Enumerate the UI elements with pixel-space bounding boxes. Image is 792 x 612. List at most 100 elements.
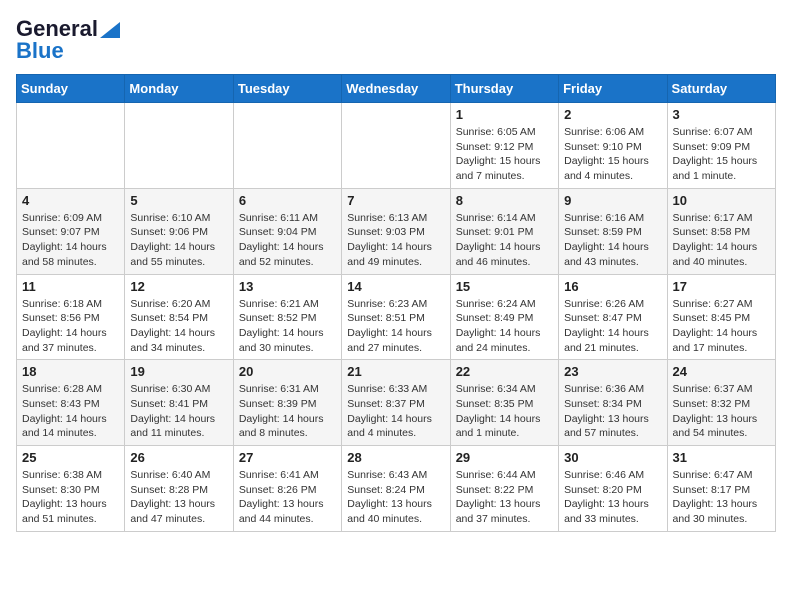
weekday-header-wednesday: Wednesday: [342, 75, 450, 103]
calendar-cell: 20 Sunrise: 6:31 AMSunset: 8:39 PMDayligh…: [233, 360, 341, 446]
calendar-cell: 11 Sunrise: 6:18 AMSunset: 8:56 PMDayligh…: [17, 274, 125, 360]
day-number: 15: [456, 279, 553, 294]
calendar-cell: 28Sunrise: 6:43 AMSunset: 8:24 PMDayligh…: [342, 446, 450, 532]
day-number: 20: [239, 364, 336, 379]
day-number: 10: [673, 193, 770, 208]
day-number: 7: [347, 193, 444, 208]
day-number: 3: [673, 107, 770, 122]
day-info: Sunrise: 6:06 AMSunset: 9:10 PMDaylight:…: [564, 125, 661, 184]
calendar-cell: [17, 103, 125, 189]
day-number: 21: [347, 364, 444, 379]
day-info: Sunrise: 6:43 AMSunset: 8:24 PMDaylight:…: [347, 468, 444, 527]
page-header: General Blue: [16, 16, 776, 64]
day-number: 25: [22, 450, 119, 465]
calendar-cell: 18 Sunrise: 6:28 AMSunset: 8:43 PMDayligh…: [17, 360, 125, 446]
day-number: 12: [130, 279, 227, 294]
calendar-cell: 19 Sunrise: 6:30 AMSunset: 8:41 PMDayligh…: [125, 360, 233, 446]
day-info: Sunrise: 6:09 AMSunset: 9:07 PMDaylight:…: [22, 211, 119, 270]
calendar-body: 1 Sunrise: 6:05 AMSunset: 9:12 PMDaylight…: [17, 103, 776, 532]
calendar-week-row: 18 Sunrise: 6:28 AMSunset: 8:43 PMDayligh…: [17, 360, 776, 446]
calendar-cell: 26 Sunrise: 6:40 AMSunset: 8:28 PMDayligh…: [125, 446, 233, 532]
calendar-cell: 6 Sunrise: 6:11 AMSunset: 9:04 PMDaylight…: [233, 188, 341, 274]
calendar-week-row: 1 Sunrise: 6:05 AMSunset: 9:12 PMDaylight…: [17, 103, 776, 189]
day-number: 27: [239, 450, 336, 465]
day-number: 24: [673, 364, 770, 379]
day-number: 11: [22, 279, 119, 294]
day-info: Sunrise: 6:16 AMSunset: 8:59 PMDaylight:…: [564, 211, 661, 270]
calendar-cell: 16 Sunrise: 6:26 AMSunset: 8:47 PMDayligh…: [559, 274, 667, 360]
day-number: 18: [22, 364, 119, 379]
calendar-cell: 30Sunrise: 6:46 AMSunset: 8:20 PMDayligh…: [559, 446, 667, 532]
day-info: Sunrise: 6:37 AMSunset: 8:32 PMDaylight:…: [673, 382, 770, 441]
day-info: Sunrise: 6:07 AMSunset: 9:09 PMDaylight:…: [673, 125, 770, 184]
calendar-cell: [125, 103, 233, 189]
day-info: Sunrise: 6:30 AMSunset: 8:41 PMDaylight:…: [130, 382, 227, 441]
day-info: Sunrise: 6:28 AMSunset: 8:43 PMDaylight:…: [22, 382, 119, 441]
calendar-cell: 14 Sunrise: 6:23 AMSunset: 8:51 PMDayligh…: [342, 274, 450, 360]
logo-blue: Blue: [16, 38, 120, 64]
day-info: Sunrise: 6:47 AMSunset: 8:17 PMDaylight:…: [673, 468, 770, 527]
day-number: 30: [564, 450, 661, 465]
calendar-table: SundayMondayTuesdayWednesdayThursdayFrid…: [16, 74, 776, 532]
calendar-cell: 9 Sunrise: 6:16 AMSunset: 8:59 PMDaylight…: [559, 188, 667, 274]
day-number: 16: [564, 279, 661, 294]
calendar-cell: 23 Sunrise: 6:36 AMSunset: 8:34 PMDayligh…: [559, 360, 667, 446]
day-number: 14: [347, 279, 444, 294]
calendar-cell: 25 Sunrise: 6:38 AMSunset: 8:30 PMDayligh…: [17, 446, 125, 532]
calendar-cell: 5Sunrise: 6:10 AMSunset: 9:06 PMDaylight…: [125, 188, 233, 274]
logo: General Blue: [16, 16, 120, 64]
calendar-cell: 3 Sunrise: 6:07 AMSunset: 9:09 PMDaylight…: [667, 103, 775, 189]
day-number: 2: [564, 107, 661, 122]
calendar-cell: 2 Sunrise: 6:06 AMSunset: 9:10 PMDaylight…: [559, 103, 667, 189]
day-info: Sunrise: 6:23 AMSunset: 8:51 PMDaylight:…: [347, 297, 444, 356]
weekday-header-sunday: Sunday: [17, 75, 125, 103]
day-info: Sunrise: 6:41 AMSunset: 8:26 PMDaylight:…: [239, 468, 336, 527]
day-number: 26: [130, 450, 227, 465]
calendar-week-row: 11 Sunrise: 6:18 AMSunset: 8:56 PMDayligh…: [17, 274, 776, 360]
weekday-header-saturday: Saturday: [667, 75, 775, 103]
calendar-header: SundayMondayTuesdayWednesdayThursdayFrid…: [17, 75, 776, 103]
calendar-cell: 15Sunrise: 6:24 AMSunset: 8:49 PMDayligh…: [450, 274, 558, 360]
day-info: Sunrise: 6:05 AMSunset: 9:12 PMDaylight:…: [456, 125, 553, 184]
weekday-header-row: SundayMondayTuesdayWednesdayThursdayFrid…: [17, 75, 776, 103]
calendar-cell: 21 Sunrise: 6:33 AMSunset: 8:37 PMDayligh…: [342, 360, 450, 446]
calendar-cell: 24 Sunrise: 6:37 AMSunset: 8:32 PMDayligh…: [667, 360, 775, 446]
day-info: Sunrise: 6:11 AMSunset: 9:04 PMDaylight:…: [239, 211, 336, 270]
calendar-cell: 4 Sunrise: 6:09 AMSunset: 9:07 PMDaylight…: [17, 188, 125, 274]
calendar-cell: 29Sunrise: 6:44 AMSunset: 8:22 PMDayligh…: [450, 446, 558, 532]
day-number: 9: [564, 193, 661, 208]
day-info: Sunrise: 6:17 AMSunset: 8:58 PMDaylight:…: [673, 211, 770, 270]
day-info: Sunrise: 6:36 AMSunset: 8:34 PMDaylight:…: [564, 382, 661, 441]
day-info: Sunrise: 6:10 AMSunset: 9:06 PMDaylight:…: [130, 211, 227, 270]
day-number: 31: [673, 450, 770, 465]
calendar-cell: 17Sunrise: 6:27 AMSunset: 8:45 PMDayligh…: [667, 274, 775, 360]
day-info: Sunrise: 6:18 AMSunset: 8:56 PMDaylight:…: [22, 297, 119, 356]
calendar-cell: 1 Sunrise: 6:05 AMSunset: 9:12 PMDaylight…: [450, 103, 558, 189]
day-info: Sunrise: 6:14 AMSunset: 9:01 PMDaylight:…: [456, 211, 553, 270]
day-info: Sunrise: 6:38 AMSunset: 8:30 PMDaylight:…: [22, 468, 119, 527]
day-info: Sunrise: 6:40 AMSunset: 8:28 PMDaylight:…: [130, 468, 227, 527]
day-number: 1: [456, 107, 553, 122]
day-info: Sunrise: 6:26 AMSunset: 8:47 PMDaylight:…: [564, 297, 661, 356]
day-info: Sunrise: 6:31 AMSunset: 8:39 PMDaylight:…: [239, 382, 336, 441]
calendar-cell: 22Sunrise: 6:34 AMSunset: 8:35 PMDayligh…: [450, 360, 558, 446]
day-number: 19: [130, 364, 227, 379]
calendar-cell: 12Sunrise: 6:20 AMSunset: 8:54 PMDayligh…: [125, 274, 233, 360]
day-info: Sunrise: 6:33 AMSunset: 8:37 PMDaylight:…: [347, 382, 444, 441]
logo-icon: [100, 22, 120, 38]
day-info: Sunrise: 6:21 AMSunset: 8:52 PMDaylight:…: [239, 297, 336, 356]
day-info: Sunrise: 6:13 AMSunset: 9:03 PMDaylight:…: [347, 211, 444, 270]
day-number: 4: [22, 193, 119, 208]
weekday-header-tuesday: Tuesday: [233, 75, 341, 103]
day-number: 22: [456, 364, 553, 379]
weekday-header-monday: Monday: [125, 75, 233, 103]
calendar-cell: [342, 103, 450, 189]
day-number: 17: [673, 279, 770, 294]
calendar-cell: 31 Sunrise: 6:47 AMSunset: 8:17 PMDayligh…: [667, 446, 775, 532]
day-number: 8: [456, 193, 553, 208]
day-number: 29: [456, 450, 553, 465]
day-number: 23: [564, 364, 661, 379]
calendar-week-row: 4 Sunrise: 6:09 AMSunset: 9:07 PMDaylight…: [17, 188, 776, 274]
day-number: 6: [239, 193, 336, 208]
weekday-header-friday: Friday: [559, 75, 667, 103]
